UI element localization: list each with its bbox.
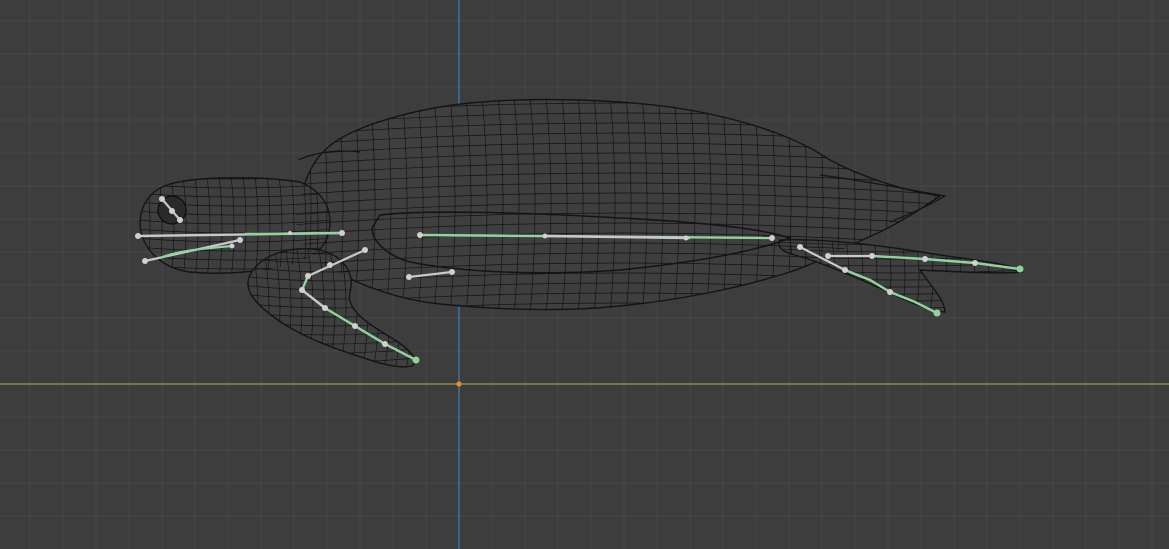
3d-viewport[interactable] [0, 0, 1169, 549]
world-origin-marker[interactable] [456, 381, 462, 387]
viewport-canvas[interactable] [0, 0, 1169, 549]
